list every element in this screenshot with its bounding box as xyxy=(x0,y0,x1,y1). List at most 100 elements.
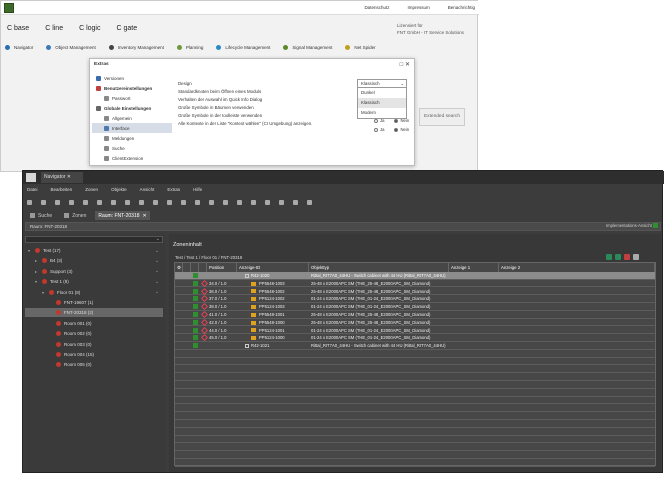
expanded-arrow-icon[interactable]: ▾ xyxy=(42,290,46,295)
chevron-down-icon[interactable]: ⌄ xyxy=(155,289,159,295)
table-row[interactable]: 44.0 / 1.0 PP5124-1001 01-24 x E2000APC SM… xyxy=(175,326,655,335)
history-icon[interactable] xyxy=(279,199,284,205)
refresh-icon[interactable] xyxy=(41,199,46,205)
tree-item[interactable]: Room 005 (0) xyxy=(25,360,163,369)
col-position[interactable]: Position xyxy=(207,263,237,272)
tree-item[interactable]: Room 001 (0) xyxy=(25,319,163,328)
chevron-down-icon[interactable]: ⌄ xyxy=(155,268,159,274)
window-tab[interactable]: Navigator ✕ xyxy=(41,172,83,183)
nav-suche[interactable]: Suche xyxy=(92,143,172,153)
module-inventory-management[interactable]: Inventory Management xyxy=(108,45,164,50)
chevron-down-icon[interactable]: ⌄ xyxy=(155,258,159,264)
new-icon[interactable] xyxy=(55,199,60,205)
nav-benutzereinstellungen[interactable]: Benutzereinstellungen xyxy=(92,83,172,93)
product-c-base[interactable]: C base xyxy=(7,25,29,32)
tree-item[interactable]: FNT-20318 (2) xyxy=(25,308,163,318)
table-row[interactable]: 34.0 / 1.0 PP5548-1003 25-48 x E2000APC SM… xyxy=(175,279,655,288)
add-icon[interactable] xyxy=(83,199,88,205)
table-row[interactable]: 36.0 / 1.0 PP5548-1002 25-48 x E2000APC SM… xyxy=(175,287,655,296)
context-selector[interactable]: Raum: FNT-20318 xyxy=(25,222,661,231)
print-icon[interactable] xyxy=(251,199,256,205)
radio-ja[interactable]: Ja xyxy=(374,118,384,123)
col-flag[interactable] xyxy=(183,263,191,272)
tree-item[interactable]: ▾ Test (17) ⌄ xyxy=(25,246,163,255)
nav-interface[interactable]: Interface xyxy=(92,123,172,133)
col-anzeige-2[interactable]: Anzeige 2 xyxy=(499,263,655,272)
dropdown-option-modern[interactable]: Modern xyxy=(358,108,406,118)
navigate-icon[interactable] xyxy=(27,199,32,205)
link-datenschutz[interactable]: Datenschutz xyxy=(364,5,389,10)
nav-allgemein[interactable]: Allgemein xyxy=(92,113,172,123)
table-row[interactable]: R42-1020 Rittal_RIT7A0_44HU - Switch cabi… xyxy=(175,272,655,280)
nav-meldungen[interactable]: Meldungen xyxy=(92,133,172,143)
delete-icon[interactable] xyxy=(265,199,270,205)
table-row[interactable]: 42.0 / 1.0 PP5548-1000 25-48 x E2000APC SM… xyxy=(175,318,655,327)
expanded-arrow-icon[interactable]: ▾ xyxy=(28,248,32,253)
collapsed-arrow-icon[interactable]: ▸ xyxy=(35,269,39,274)
tab-zonen[interactable]: Zonen xyxy=(61,211,89,220)
expanded-arrow-icon[interactable]: ▾ xyxy=(35,279,39,284)
radio-nein[interactable]: Nein xyxy=(394,118,409,123)
chevron-down-icon[interactable]: ⌄ xyxy=(155,279,159,285)
col-link[interactable] xyxy=(191,263,199,272)
col-status[interactable] xyxy=(199,263,207,272)
maximize-icon[interactable]: □ xyxy=(400,62,404,68)
edit-icon[interactable] xyxy=(111,199,116,205)
export-icon[interactable] xyxy=(237,199,242,205)
product-c-gate[interactable]: C gate xyxy=(117,25,138,32)
nav-passwort[interactable]: Passwort xyxy=(92,93,172,103)
cable-icon[interactable] xyxy=(181,199,186,205)
product-c-logic[interactable]: C logic xyxy=(79,25,100,32)
module-navigator[interactable]: Navigator xyxy=(5,45,33,50)
nav-versionen[interactable]: Versionen xyxy=(92,73,172,83)
export-excel-icon[interactable] xyxy=(606,254,612,260)
tab-suche[interactable]: Suche xyxy=(27,211,55,220)
module-net-spider[interactable]: Net Spider xyxy=(345,45,376,50)
collapsed-arrow-icon[interactable]: ▸ xyxy=(35,258,39,263)
module-lifecycle-management[interactable]: Lifecycle Management xyxy=(216,45,270,50)
tree-item[interactable]: ▸ B4 (3) ⌄ xyxy=(25,256,163,265)
tree-item[interactable]: Room 002 (0) xyxy=(25,329,163,338)
select-icon[interactable] xyxy=(97,199,102,205)
export-pdf-icon[interactable] xyxy=(624,254,630,260)
radio-nein[interactable]: Nein xyxy=(394,127,409,132)
link-icon[interactable] xyxy=(139,199,144,205)
menu-bearbeiten[interactable]: Bearbeiten xyxy=(51,187,73,192)
module-object-management[interactable]: Object Management xyxy=(46,45,96,50)
col-settings[interactable]: ⚙ xyxy=(175,263,183,272)
close-icon[interactable]: ✕ xyxy=(143,213,147,219)
tree-item[interactable]: Room 004 (15) xyxy=(25,350,163,359)
table-row[interactable]: 38.0 / 1.0 PP5124-1003 01-24 x E2000APC SM… xyxy=(175,303,655,311)
tree-item[interactable]: ▾ Test 1 (8) ⌄ xyxy=(25,277,163,286)
table-row[interactable]: 41.0 / 1.0 PP5548-1001 25-48 x E2000APC SM… xyxy=(175,310,655,319)
nav-globale-einstellungen[interactable]: Globale Einstellungen xyxy=(92,103,172,113)
settings-icon[interactable] xyxy=(633,254,639,260)
menu-objekte[interactable]: Objekte xyxy=(111,187,127,192)
close-icon[interactable]: ✕ xyxy=(67,174,71,180)
nav-clientextension[interactable]: ClientExtension xyxy=(92,153,172,163)
chevron-down-icon[interactable]: ⌄ xyxy=(155,248,159,254)
tree-filter-input[interactable]: ⌄ xyxy=(25,236,163,243)
col-objekttyp[interactable]: Objekttyp xyxy=(309,263,449,272)
module-signal-management[interactable]: Signal Management xyxy=(283,45,332,50)
settings-icon[interactable] xyxy=(307,199,312,205)
close-icon[interactable]: ✕ xyxy=(405,62,410,68)
design-dropdown[interactable]: Klassisch ⌄ Dunkel Klassisch Modern xyxy=(357,79,407,119)
attach-icon[interactable] xyxy=(223,199,228,205)
col-anzeige-1[interactable]: Anzeige 1 xyxy=(449,263,499,272)
tab-raum[interactable]: Raum: FNT-20318 ✕ xyxy=(95,211,150,220)
tree-item[interactable]: Room 003 (0) xyxy=(25,340,163,349)
col-anzeige-id[interactable]: Anzeige-ID xyxy=(237,263,309,272)
move-icon[interactable] xyxy=(153,199,158,205)
link-impressum[interactable]: Impressum xyxy=(407,5,429,10)
dropdown-selected[interactable]: Klassisch ⌄ xyxy=(358,80,406,88)
product-c-line[interactable]: C line xyxy=(45,25,63,32)
copy-icon[interactable] xyxy=(69,199,74,205)
export-csv-icon[interactable] xyxy=(615,254,621,260)
undo-icon[interactable] xyxy=(293,199,298,205)
radio-ja[interactable]: Ja xyxy=(374,127,384,132)
split-icon[interactable] xyxy=(209,199,214,205)
menu-hilfe[interactable]: Hilfe xyxy=(193,187,202,192)
menu-datei[interactable]: Datei xyxy=(27,187,38,192)
module-planning[interactable]: Planning xyxy=(176,45,203,50)
